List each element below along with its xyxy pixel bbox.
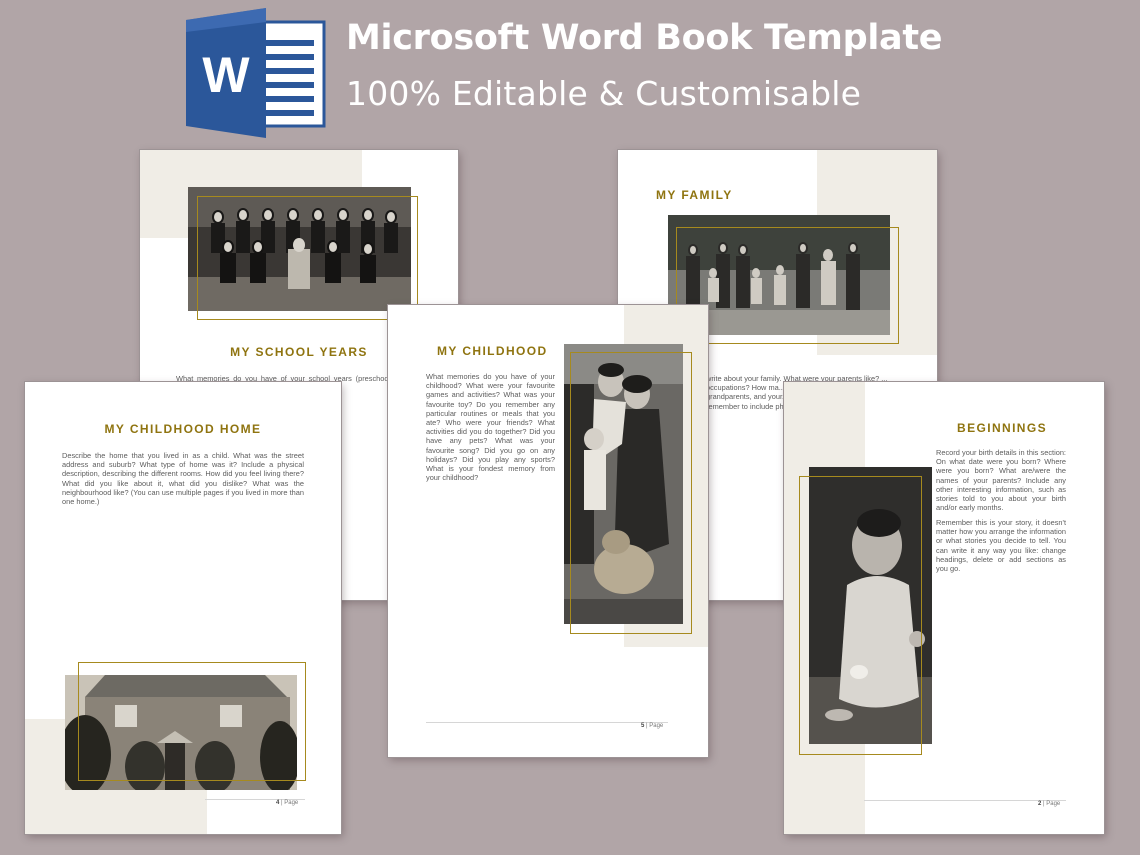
header-subtitle: 100% Editable & Customisable — [346, 74, 862, 113]
photo-frame — [197, 196, 418, 320]
footer-divider — [864, 800, 1066, 801]
footer-divider — [426, 722, 668, 723]
page-label: Page — [649, 723, 664, 729]
page-number: 5 — [641, 723, 645, 729]
page-number: 4 — [276, 800, 280, 806]
page-beginnings[interactable]: BEGINNINGS Record your birth details in … — [784, 382, 1104, 834]
section-title: MY CHILDHOOD HOME — [104, 422, 262, 436]
section-text: What memories do you have of your childh… — [426, 372, 555, 483]
section-text-1: Record your birth details in this sectio… — [936, 448, 1066, 513]
section-title: MY FAMILY — [656, 188, 733, 202]
photo-frame — [676, 227, 899, 344]
page-childhood[interactable]: MY CHILDHOOD What memories do you have o… — [388, 305, 708, 757]
photo-frame — [799, 476, 922, 755]
header-title: Microsoft Word Book Template — [346, 18, 943, 58]
section-text-2: Remember this is your story, it doesn't … — [936, 518, 1066, 574]
page-childhood-home[interactable]: MY CHILDHOOD HOME Describe the home that… — [25, 382, 341, 834]
section-title: MY CHILDHOOD — [437, 344, 548, 358]
photo-frame — [570, 352, 692, 634]
page-footer: 4 | Page — [276, 800, 299, 806]
page-footer: 2 | Page — [1038, 801, 1061, 807]
page-label: Page — [284, 800, 299, 806]
section-text: Describe the home that you lived in as a… — [62, 451, 304, 507]
page-label: Page — [1046, 801, 1061, 807]
logo-letter: W — [202, 47, 250, 103]
page-footer: 5 | Page — [641, 723, 664, 729]
photo-frame — [78, 662, 306, 781]
page-number: 2 — [1038, 801, 1042, 807]
microsoft-word-logo-icon: W — [186, 8, 326, 138]
section-title: BEGINNINGS — [957, 421, 1048, 435]
